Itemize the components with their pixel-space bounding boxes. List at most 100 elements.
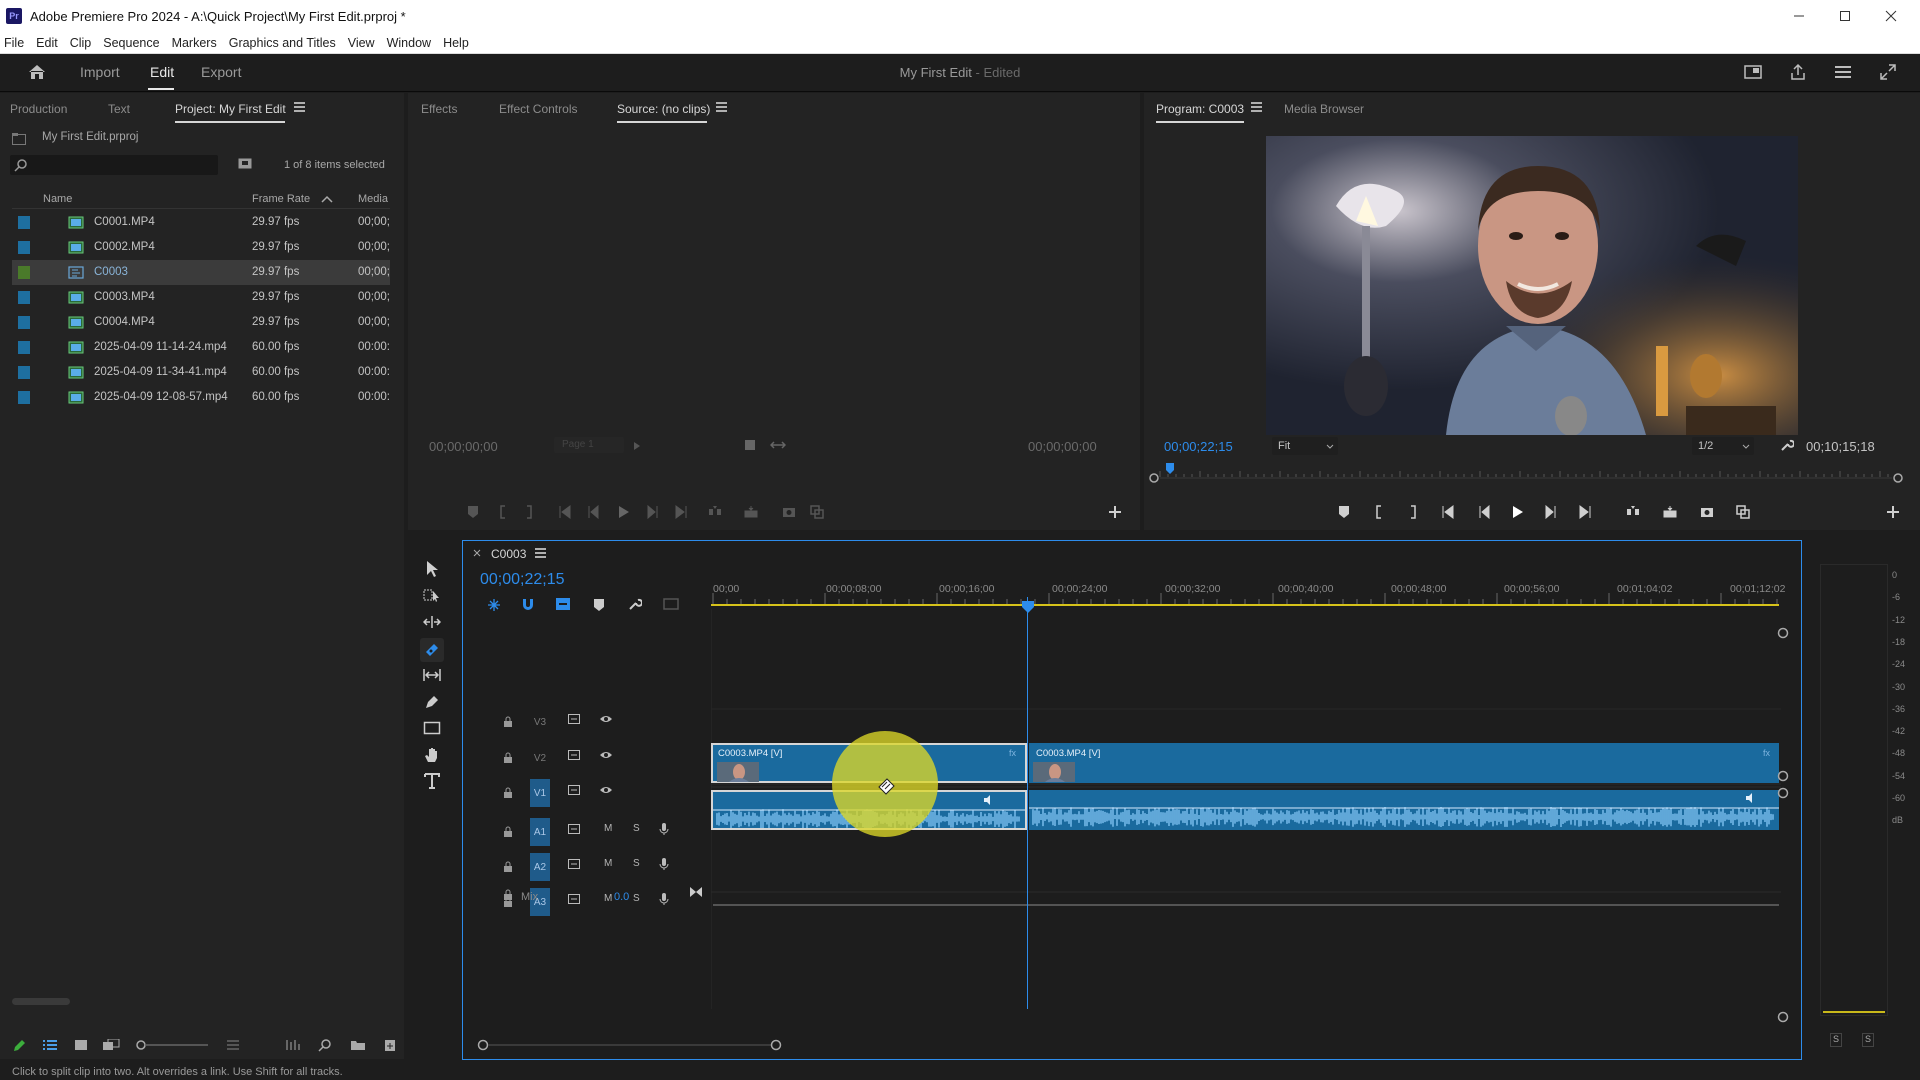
export-frame-icon[interactable] [782, 505, 796, 519]
voice-over-record-icon[interactable] [659, 857, 669, 871]
tab-media-browser[interactable]: Media Browser [1284, 102, 1364, 116]
mark-in-icon[interactable] [496, 505, 510, 519]
label-color-swatch[interactable] [18, 266, 30, 279]
tab-sequence[interactable]: C0003 [491, 547, 526, 561]
tab-effects[interactable]: Effects [421, 102, 457, 116]
tab-production[interactable]: Production [10, 102, 67, 116]
menu-help[interactable]: Help [437, 32, 475, 54]
type-tool-icon[interactable] [424, 773, 440, 789]
share-icon[interactable] [1789, 63, 1807, 81]
drag-video-icon[interactable] [770, 440, 786, 450]
toggle-output-eye-icon[interactable] [599, 785, 613, 795]
freeform-view-icon[interactable] [102, 1039, 120, 1051]
timeline-timecode[interactable]: 00;00;22;15 [480, 571, 565, 589]
menu-sequence[interactable]: Sequence [97, 32, 165, 54]
minimize-button[interactable] [1776, 0, 1822, 32]
mute-button[interactable]: M [604, 893, 612, 904]
menu-window[interactable]: Window [381, 32, 437, 54]
list-view-icon[interactable] [42, 1039, 58, 1051]
track-target-a2[interactable]: A2 [530, 853, 550, 881]
play-small-icon[interactable] [633, 441, 641, 451]
track-lock-icon[interactable] [503, 826, 513, 838]
linked-selection-icon[interactable] [555, 597, 571, 611]
mark-out-icon[interactable] [522, 505, 536, 519]
compare-icon[interactable] [810, 505, 824, 519]
panel-menu-icon[interactable] [1251, 102, 1262, 112]
pen-tool-icon[interactable] [424, 694, 440, 710]
audio-clip-2[interactable] [1029, 790, 1779, 830]
hand-tool-icon[interactable] [424, 746, 440, 764]
toggle-output-eye-icon[interactable] [599, 750, 613, 760]
label-color-swatch[interactable] [18, 366, 30, 379]
track-select-forward-tool-icon[interactable] [423, 587, 441, 603]
mix-volume-value[interactable]: 0.0 [614, 891, 629, 903]
ripple-edit-tool-icon[interactable] [423, 615, 441, 629]
panel-menu-icon[interactable] [535, 548, 546, 558]
vertical-scroll-handle-icon[interactable] [1777, 627, 1789, 639]
sync-lock-icon[interactable] [568, 859, 580, 869]
go-to-end-icon[interactable] [689, 886, 703, 898]
fullscreen-icon[interactable] [1880, 64, 1896, 80]
quick-export-icon[interactable] [1744, 64, 1762, 80]
project-item[interactable]: 2025-04-09 12-08-57.mp4 60.00 fps 00:00: [12, 385, 390, 410]
program-timecode[interactable]: 00;00;22;15 [1164, 439, 1233, 454]
overwrite-icon[interactable] [744, 505, 758, 519]
close-window-button[interactable] [1868, 0, 1914, 32]
sync-lock-icon[interactable] [568, 894, 580, 904]
new-item-icon[interactable] [384, 1039, 396, 1052]
step-forward-icon[interactable] [1544, 505, 1558, 519]
track-target-v2[interactable]: V2 [530, 744, 550, 772]
go-to-in-icon[interactable] [558, 505, 572, 519]
label-color-swatch[interactable] [18, 391, 30, 404]
column-media[interactable]: Media [358, 193, 388, 205]
button-editor-add-icon[interactable] [1108, 505, 1122, 519]
solo-button[interactable]: S [633, 823, 640, 834]
track-lock-icon[interactable] [503, 716, 513, 728]
wrench-settings-icon[interactable] [1780, 438, 1794, 452]
step-back-icon[interactable] [1477, 505, 1491, 519]
menu-clip[interactable]: Clip [64, 32, 98, 54]
track-target-a1[interactable]: A1 [530, 818, 550, 846]
project-item[interactable]: 2025-04-09 11-34-41.mp4 60.00 fps 00:00: [12, 360, 390, 385]
export-frame-icon[interactable] [1700, 505, 1714, 519]
project-search-input[interactable] [10, 155, 218, 175]
go-to-out-icon[interactable] [674, 505, 688, 519]
menu-file[interactable]: File [0, 32, 30, 54]
project-item[interactable]: C0003 29.97 fps 00;00; [12, 260, 390, 285]
label-color-swatch[interactable] [18, 241, 30, 254]
close-sequence-icon[interactable] [473, 549, 481, 557]
track-lock-icon[interactable] [503, 861, 513, 873]
zoom-level-select[interactable]: Fit [1272, 437, 1338, 455]
column-name[interactable]: Name [43, 193, 72, 205]
automate-to-sequence-icon[interactable] [286, 1039, 302, 1051]
icon-view-icon[interactable] [74, 1039, 88, 1051]
overwrite-icon[interactable] [1663, 505, 1677, 519]
program-monitor-video[interactable] [1266, 136, 1798, 435]
menu-graphics-and-titles[interactable]: Graphics and Titles [223, 32, 342, 54]
voice-over-record-icon[interactable] [659, 892, 669, 906]
workspaces-menu-icon[interactable] [1834, 65, 1852, 79]
add-marker-icon[interactable] [593, 598, 605, 612]
vertical-scroll-handle-icon[interactable] [1777, 1011, 1789, 1023]
label-color-swatch[interactable] [18, 316, 30, 329]
captions-icon[interactable] [663, 598, 679, 610]
razor-tool-button[interactable] [420, 638, 444, 662]
solo-button[interactable]: S [633, 893, 640, 904]
track-lock-icon[interactable] [503, 787, 513, 799]
video-clip-2[interactable]: C0003.MP4 [V] fx [1029, 743, 1779, 783]
page-select[interactable]: Page 1 [554, 437, 624, 453]
button-editor-add-icon[interactable] [1886, 505, 1900, 519]
lock-icon[interactable] [503, 889, 513, 901]
maximize-button[interactable] [1822, 0, 1868, 32]
mark-out-icon[interactable] [1406, 505, 1420, 519]
mute-button[interactable]: M [604, 858, 612, 869]
tab-effect-controls[interactable]: Effect Controls [499, 102, 577, 116]
playback-resolution-select[interactable]: 1/2 [1692, 437, 1754, 455]
step-forward-icon[interactable] [646, 505, 660, 519]
panel-menu-icon[interactable] [716, 102, 727, 112]
solo-right-button[interactable]: S [1862, 1033, 1874, 1047]
solo-left-button[interactable]: S [1830, 1033, 1842, 1047]
sync-lock-icon[interactable] [568, 824, 580, 834]
toggle-output-eye-icon[interactable] [599, 714, 613, 724]
column-frame-rate[interactable]: Frame Rate [252, 193, 310, 205]
